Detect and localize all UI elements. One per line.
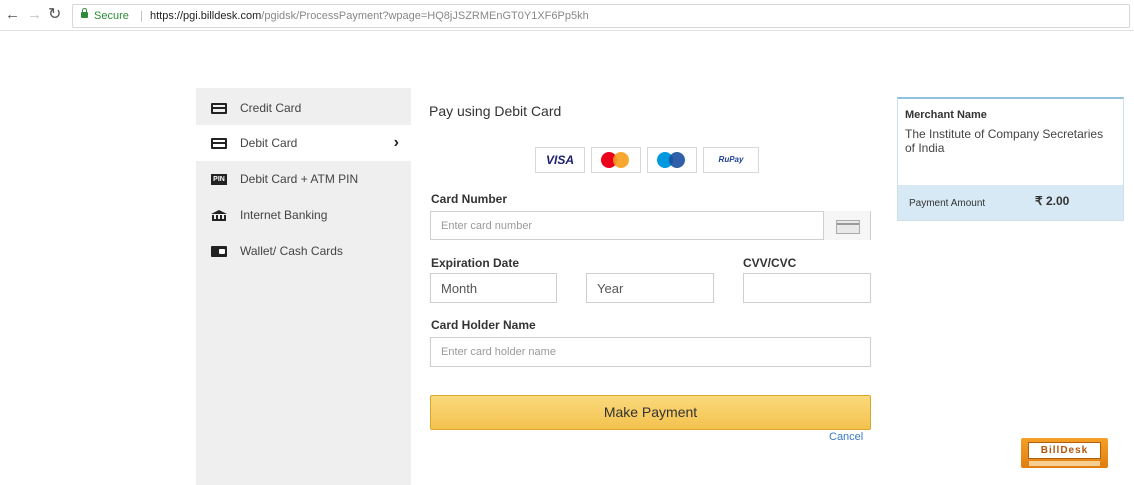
maestro-darkblue-circle	[669, 152, 685, 168]
merchant-name: The Institute of Company Secretaries of …	[905, 127, 1104, 155]
menu-item-label: Wallet/ Cash Cards	[240, 244, 343, 258]
menu-item-label: Internet Banking	[240, 208, 328, 222]
billdesk-logo: BillDesk	[1021, 438, 1108, 468]
browser-toolbar: ← → ↻ Secure | https://pgi.billdesk.com/…	[0, 0, 1134, 31]
expiry-month-input[interactable]	[430, 273, 557, 303]
menu-item-debit-card[interactable]: Debit Card ›	[196, 125, 411, 161]
back-arrow-icon[interactable]: ←	[5, 5, 20, 25]
rupay-logo-text: RuPay	[718, 155, 744, 164]
bank-icon	[211, 210, 227, 221]
merchant-summary: Merchant Name The Institute of Company S…	[897, 97, 1124, 221]
mastercard-orange-circle	[613, 152, 629, 168]
maestro-logo	[647, 147, 697, 173]
billdesk-tagline	[1029, 461, 1100, 466]
billdesk-logo-text: BillDesk	[1028, 442, 1101, 459]
wallet-icon	[211, 246, 227, 257]
card-number-icon-box	[823, 211, 870, 240]
url-path: /pgidsk/ProcessPayment?wpage=HQ8jJSZRMEn…	[261, 10, 589, 22]
chevron-right-icon: ›	[393, 134, 399, 151]
payment-amount-label: Payment Amount	[909, 198, 986, 209]
payment-amount-value: ₹ 2.00	[1035, 194, 1070, 208]
pin-icon: PIN	[211, 174, 227, 185]
mastercard-logo	[591, 147, 641, 173]
cancel-link[interactable]: Cancel	[829, 431, 863, 443]
url-text: https://pgi.billdesk.com/pgidsk/ProcessP…	[150, 5, 589, 27]
cvv-input[interactable]	[743, 273, 871, 303]
card-number-input[interactable]	[430, 211, 871, 240]
card-holder-name-input[interactable]	[430, 337, 871, 367]
card-icon	[836, 220, 860, 234]
menu-item-credit-card[interactable]: Credit Card	[196, 90, 411, 126]
rupay-logo: RuPay	[703, 147, 759, 173]
expiry-year-input[interactable]	[586, 273, 714, 303]
menu-item-label: Credit Card	[240, 101, 302, 115]
visa-logo: VISA	[535, 147, 585, 173]
payment-method-sidebar: Credit Card Debit Card › PIN Debit Card …	[196, 88, 411, 485]
credit-card-icon	[211, 103, 227, 114]
menu-item-label: Debit Card + ATM PIN	[240, 172, 359, 186]
menu-item-debit-card-atm-pin[interactable]: PIN Debit Card + ATM PIN	[196, 161, 411, 197]
form-title: Pay using Debit Card	[429, 103, 562, 119]
make-payment-button[interactable]: Make Payment	[430, 395, 871, 430]
debit-card-icon	[211, 138, 227, 149]
expiration-date-label: Expiration Date	[431, 256, 520, 270]
lock-icon	[81, 8, 88, 18]
merchant-title: Merchant Name	[905, 109, 987, 121]
url-host: https://pgi.billdesk.com	[150, 10, 262, 22]
card-number-label: Card Number	[431, 192, 508, 206]
secure-label: Secure	[94, 10, 129, 22]
card-holder-name-label: Card Holder Name	[431, 318, 536, 332]
forward-arrow-icon[interactable]: →	[27, 5, 42, 25]
reload-icon[interactable]: ↻	[48, 5, 61, 25]
cvv-label: CVV/CVC	[743, 256, 797, 270]
menu-item-label: Debit Card	[240, 136, 298, 150]
payment-amount-strip: Payment Amount ₹ 2.00	[898, 185, 1123, 220]
visa-logo-text: VISA	[545, 153, 574, 167]
url-separator: |	[140, 10, 143, 22]
menu-item-internet-banking[interactable]: Internet Banking	[196, 197, 411, 233]
menu-item-wallet[interactable]: Wallet/ Cash Cards	[196, 233, 411, 269]
address-bar[interactable]: Secure | https://pgi.billdesk.com/pgidsk…	[72, 4, 1130, 28]
